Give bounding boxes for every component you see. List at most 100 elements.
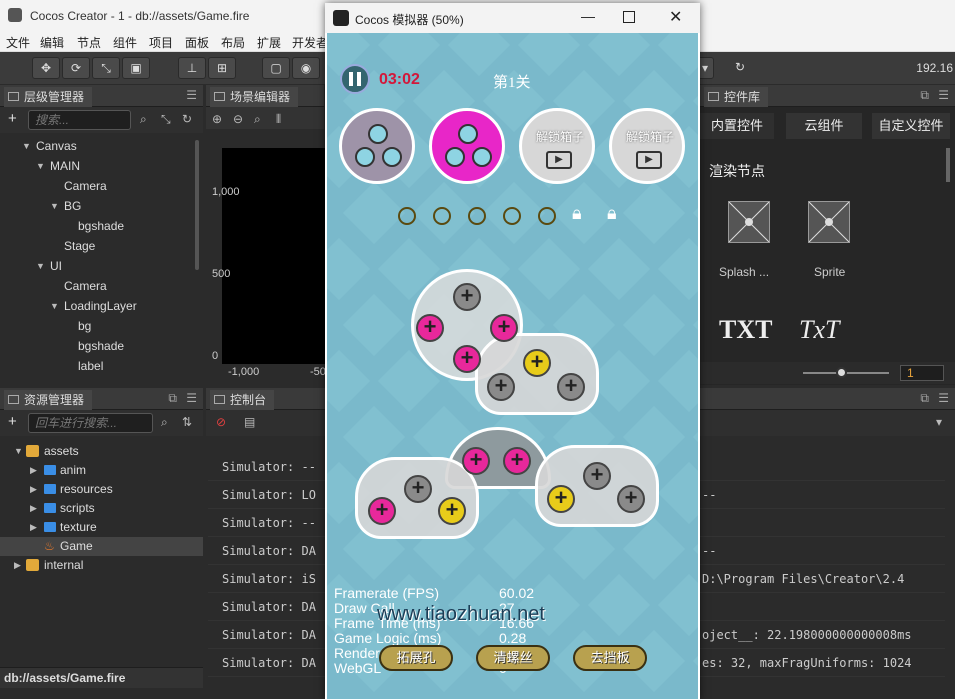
locked-box[interactable]: 解锁箱子 ▶ — [519, 108, 595, 184]
dropdown-icon[interactable]: ▾ — [936, 415, 942, 429]
menu-panel[interactable]: 面板 — [185, 34, 209, 51]
expand-hole-button[interactable]: 拓展孔 — [379, 645, 453, 671]
popout-icon[interactable]: ⧉ — [920, 88, 929, 103]
hierarchy-node[interactable]: bgshade — [78, 219, 124, 233]
scrollbar[interactable] — [195, 140, 199, 270]
scale-tool-icon[interactable]: ⤡ — [92, 57, 120, 79]
expand-arrow-icon[interactable]: ▼ — [22, 141, 31, 151]
expand-arrow-icon[interactable]: ▶ — [30, 484, 37, 495]
menu-file[interactable]: 文件 — [6, 34, 30, 51]
tab-cloud[interactable]: 云组件 — [786, 113, 862, 139]
asset-item[interactable]: Game — [60, 539, 93, 553]
pink-screw[interactable]: + — [368, 497, 396, 525]
sprite-icon[interactable] — [808, 201, 850, 243]
log-line[interactable]: Simulator: -- — [222, 516, 316, 530]
gray-screw-box[interactable] — [339, 108, 415, 184]
hierarchy-node[interactable]: bg — [78, 319, 91, 333]
expand-arrow-icon[interactable]: ▼ — [50, 201, 59, 211]
expand-arrow-icon[interactable]: ▼ — [14, 446, 23, 456]
clear-icon[interactable]: ⊘ — [216, 415, 226, 429]
hierarchy-search-input[interactable]: 搜索... — [28, 110, 131, 130]
hierarchy-node[interactable]: LoadingLayer — [64, 299, 137, 313]
preview-browser-icon[interactable]: ▢ — [262, 57, 290, 79]
open-log-icon[interactable]: ▤ — [244, 415, 255, 429]
expand-arrow-icon[interactable]: ▶ — [30, 465, 37, 476]
popout-icon[interactable]: ⧉ — [920, 391, 929, 406]
maximize-icon[interactable] — [623, 11, 635, 23]
menu-project[interactable]: 项目 — [149, 34, 173, 51]
scrollbar[interactable] — [946, 148, 950, 182]
hierarchy-tab[interactable]: 层级管理器 — [4, 87, 93, 107]
pink-screw[interactable]: + — [453, 345, 481, 373]
yellow-screw[interactable]: + — [438, 497, 466, 525]
remove-board-button[interactable]: 去挡板 — [573, 645, 647, 671]
yellow-screw[interactable]: + — [547, 485, 575, 513]
hierarchy-node[interactable]: UI — [50, 259, 62, 273]
panel-menu-icon[interactable]: ☰ — [938, 391, 949, 405]
add-asset-icon[interactable]: + — [8, 413, 17, 430]
assets-tab[interactable]: 资源管理器 — [4, 390, 93, 410]
asset-item[interactable]: internal — [44, 558, 83, 572]
clear-screws-button[interactable]: 清螺丝 — [476, 645, 550, 671]
gray-screw[interactable]: + — [617, 485, 645, 513]
label-glyph-icon[interactable]: TXT — [719, 315, 772, 345]
expand-arrow-icon[interactable]: ▶ — [30, 522, 37, 533]
pink-screw[interactable]: + — [490, 314, 518, 342]
log-line[interactable]: Simulator: -- — [222, 460, 316, 474]
richtext-glyph-icon[interactable]: TxT — [799, 315, 839, 345]
hierarchy-node[interactable]: label — [78, 359, 103, 373]
library-tab[interactable]: 控件库 — [704, 87, 769, 107]
console-tab[interactable]: 控制台 — [210, 390, 275, 410]
menu-edit[interactable]: 编辑 — [40, 34, 64, 51]
size-input[interactable]: 1 — [900, 365, 944, 381]
log-line[interactable]: Simulator: DA — [222, 656, 316, 670]
search-icon[interactable]: ⌕ — [140, 112, 147, 127]
add-node-icon[interactable]: + — [8, 110, 17, 127]
log-line[interactable]: Simulator: iS — [222, 572, 316, 586]
sort-icon[interactable]: ⇅ — [182, 415, 192, 429]
rect-tool-icon[interactable]: ▣ — [122, 57, 150, 79]
game-canvas[interactable]: 03:02 第1关 解锁箱子 ▶ 解锁箱子 ▶ 🔒︎ 🔒︎ + + + + + … — [327, 33, 698, 699]
align-icon[interactable]: ⫴ — [276, 112, 281, 127]
scene-viewport[interactable] — [222, 148, 332, 364]
expand-arrow-icon[interactable]: ▶ — [14, 560, 21, 571]
pink-screw[interactable]: + — [462, 447, 490, 475]
preview-sim-icon[interactable]: ◉ — [292, 57, 320, 79]
log-line[interactable]: Simulator: DA — [222, 628, 316, 642]
panel-menu-icon[interactable]: ☰ — [186, 391, 197, 405]
popout-icon[interactable]: ⧉ — [168, 391, 177, 406]
yellow-screw[interactable]: + — [523, 349, 551, 377]
tab-builtin[interactable]: 内置控件 — [700, 113, 774, 139]
log-line[interactable]: Simulator: DA — [222, 544, 316, 558]
pink-screw-box[interactable] — [429, 108, 505, 184]
gray-screw[interactable]: + — [557, 373, 585, 401]
size-slider-thumb[interactable] — [836, 367, 847, 378]
menu-developer[interactable]: 开发者 — [292, 34, 328, 51]
panel-menu-icon[interactable]: ☰ — [186, 88, 197, 102]
pink-screw[interactable]: + — [503, 447, 531, 475]
gray-screw[interactable]: + — [404, 475, 432, 503]
rotate-tool-icon[interactable]: ⟳ — [62, 57, 90, 79]
gray-screw[interactable]: + — [487, 373, 515, 401]
zoom-reset-icon[interactable]: ⌕ — [254, 112, 261, 127]
search-icon[interactable]: ⌕ — [161, 415, 168, 430]
tab-custom[interactable]: 自定义控件 — [872, 113, 950, 139]
log-line[interactable]: Simulator: LO — [222, 488, 316, 502]
hierarchy-node[interactable]: Stage — [64, 239, 95, 253]
log-line[interactable]: Simulator: DA — [222, 600, 316, 614]
menu-extension[interactable]: 扩展 — [257, 34, 281, 51]
minimize-icon[interactable]: — — [581, 8, 595, 24]
menu-component[interactable]: 组件 — [113, 34, 137, 51]
pivot-toggle-icon[interactable]: ⊥ — [178, 57, 206, 79]
hierarchy-node[interactable]: Camera — [64, 179, 107, 193]
hierarchy-node[interactable]: MAIN — [50, 159, 80, 173]
pink-screw[interactable]: + — [416, 314, 444, 342]
coord-toggle-icon[interactable]: ⊞ — [208, 57, 236, 79]
move-tool-icon[interactable]: ✥ — [32, 57, 60, 79]
hierarchy-node[interactable]: Canvas — [36, 139, 77, 153]
panel-menu-icon[interactable]: ☰ — [938, 88, 949, 102]
asset-item[interactable]: resources — [60, 482, 113, 496]
asset-item[interactable]: scripts — [60, 501, 95, 515]
expand-arrow-icon[interactable]: ▼ — [36, 261, 45, 271]
asset-item[interactable]: anim — [60, 463, 86, 477]
